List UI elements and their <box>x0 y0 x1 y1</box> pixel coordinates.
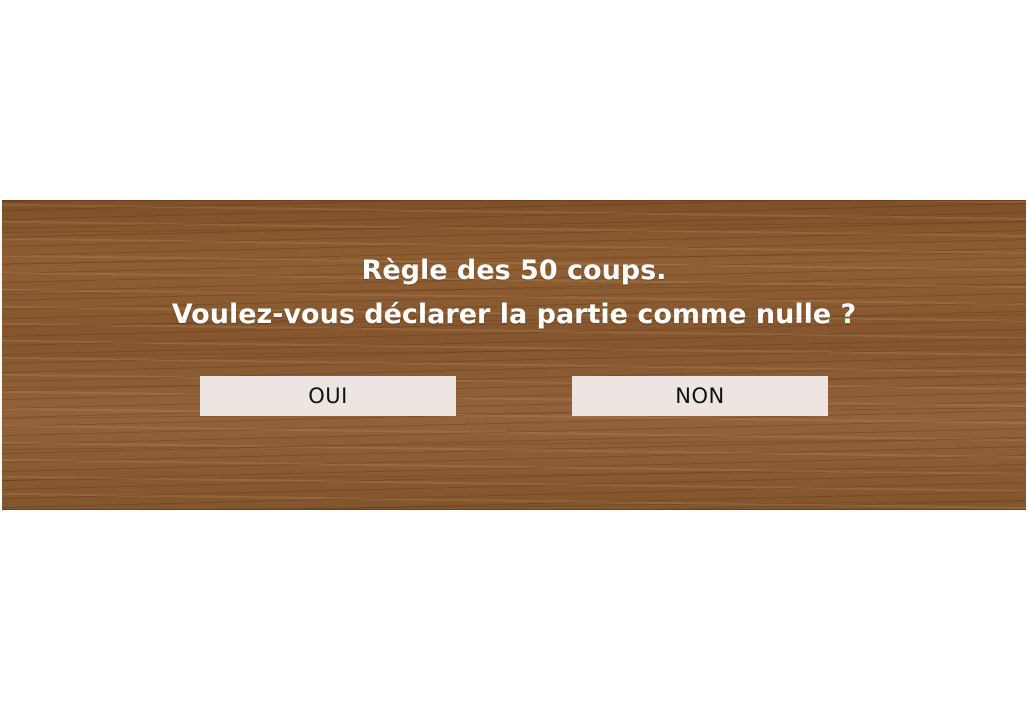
game-screen: Règle des 50 coups. Voulez-vous déclarer… <box>0 0 1028 710</box>
dialog-message-line-1: Règle des 50 coups. <box>361 255 667 286</box>
dialog-message-line-2: Voulez-vous déclarer la partie comme nul… <box>171 299 857 330</box>
yes-button[interactable]: OUI <box>200 376 456 416</box>
draw-offer-dialog: Règle des 50 coups. Voulez-vous déclarer… <box>2 200 1026 510</box>
no-button[interactable]: NON <box>572 376 828 416</box>
dialog-message: Règle des 50 coups. Voulez-vous déclarer… <box>2 249 1026 337</box>
